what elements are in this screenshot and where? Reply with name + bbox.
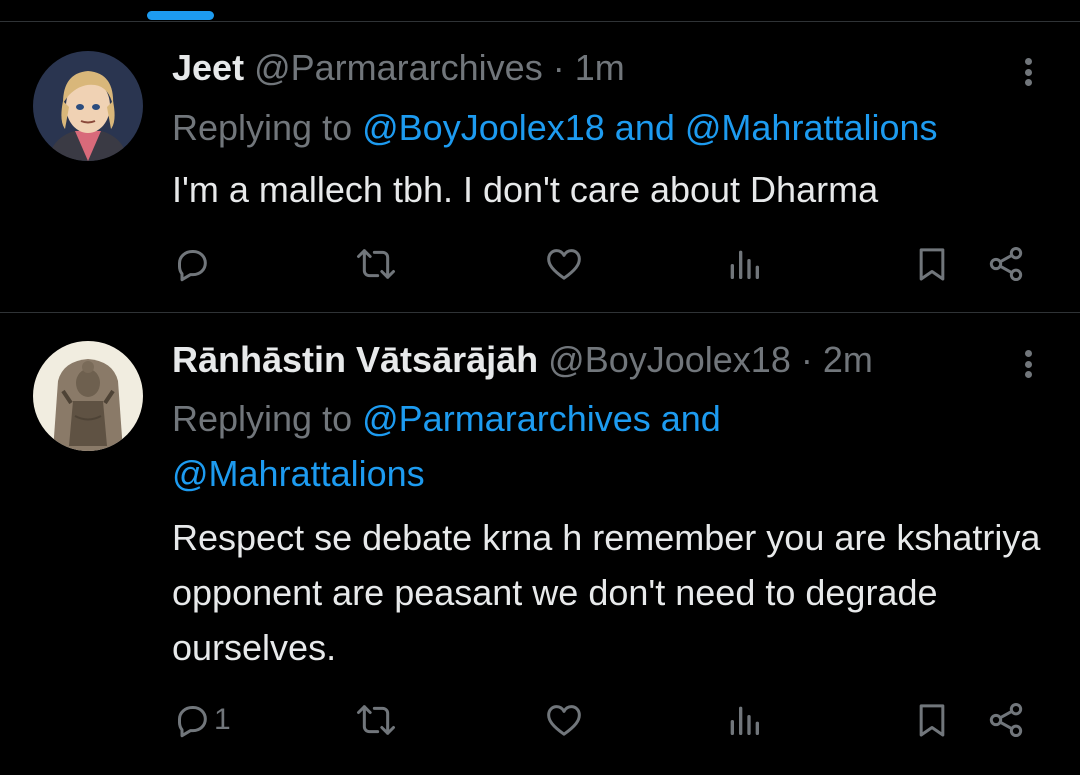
reply-icon	[178, 706, 207, 738]
views-button[interactable]	[724, 695, 764, 745]
bookmark-button[interactable]	[912, 695, 952, 745]
replying-to-mentions[interactable]: @BoyJoolex18 and @Mahrattalions	[362, 107, 937, 148]
replying-to: Replying to @BoyJoolex18 and @Mahrattali…	[172, 100, 1052, 155]
tab-indicator	[147, 11, 214, 20]
author-name[interactable]: Rānhāstin Vātsārājāh	[172, 339, 538, 380]
author-name[interactable]: Jeet	[172, 47, 244, 88]
tweet-text: I'm a mallech tbh. I don't care about Dh…	[172, 169, 879, 210]
author-handle[interactable]: @Parmararchives	[254, 47, 543, 88]
bookmark-icon	[919, 704, 945, 737]
share-icon	[989, 247, 1023, 281]
action-bar	[172, 239, 1032, 289]
bookmark-button[interactable]	[912, 239, 952, 289]
bookmark-icon	[919, 248, 945, 281]
replying-to: Replying to @Parmararchives and @Mahratt…	[172, 391, 872, 501]
retweet-button[interactable]	[354, 239, 398, 289]
avatar[interactable]	[33, 51, 143, 161]
share-icon	[989, 703, 1023, 737]
like-icon	[547, 249, 581, 280]
tweet[interactable]: Jeet @Parmararchives · 1m Replying to @B…	[0, 22, 1080, 313]
more-icon[interactable]	[1016, 52, 1040, 92]
tweet-text: Respect se debate krna h remember you ar…	[172, 517, 1041, 668]
retweet-icon	[357, 705, 395, 735]
separator-dot: ·	[552, 47, 565, 88]
share-button[interactable]	[986, 239, 1026, 289]
reply-button[interactable]: 1	[172, 695, 231, 745]
reply-count: 1	[214, 703, 231, 736]
like-button[interactable]	[544, 239, 584, 289]
timestamp[interactable]: 2m	[823, 339, 873, 380]
timestamp[interactable]: 1m	[575, 47, 625, 88]
tweet-header: Rānhāstin Vātsārājāh @BoyJoolex18 · 2m	[172, 338, 873, 382]
separator-dot: ·	[800, 339, 813, 380]
views-icon	[730, 250, 759, 279]
share-button[interactable]	[986, 695, 1026, 745]
avatar[interactable]	[33, 341, 143, 451]
views-button[interactable]	[724, 239, 764, 289]
tweet-header: Jeet @Parmararchives · 1m	[172, 46, 625, 90]
reply-icon	[178, 250, 207, 282]
replying-to-label: Replying to	[172, 107, 353, 148]
more-icon[interactable]	[1016, 344, 1040, 384]
tweet[interactable]: Rānhāstin Vātsārājāh @BoyJoolex18 · 2m R…	[0, 313, 1080, 775]
reply-button[interactable]	[172, 239, 214, 289]
action-bar: 1	[172, 695, 1032, 745]
like-button[interactable]	[544, 695, 584, 745]
author-handle[interactable]: @BoyJoolex18	[548, 339, 791, 380]
like-icon	[547, 705, 581, 736]
retweet-button[interactable]	[354, 695, 398, 745]
views-icon	[730, 706, 759, 735]
replying-to-label: Replying to	[172, 398, 353, 439]
retweet-icon	[357, 249, 395, 279]
